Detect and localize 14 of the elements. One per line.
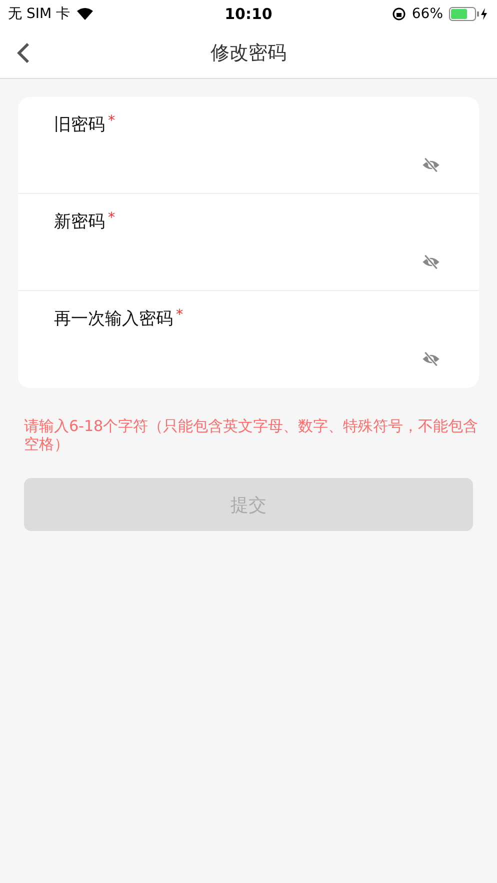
carrier-text: 无 SIM 卡 [8,5,70,23]
clock-time: 10:10 [224,5,272,23]
eye-slash-icon[interactable] [421,252,441,272]
field-label: 旧密码 * [54,113,116,136]
battery-percent: 66% [412,6,443,22]
eye-slash-icon[interactable] [421,155,441,175]
rotation-lock-icon [392,7,406,21]
field-label: 再一次输入密码 * [54,307,184,330]
page-title: 修改密码 [210,41,286,66]
wifi-icon [76,7,94,21]
field-label: 新密码 * [54,210,116,233]
battery-charging-icon [449,7,489,21]
eye-slash-icon[interactable] [421,349,441,369]
password-hint: 请输入6-18个字符（只能包含英文字母、数字、特殊符号，不能包含空格） [24,417,480,453]
